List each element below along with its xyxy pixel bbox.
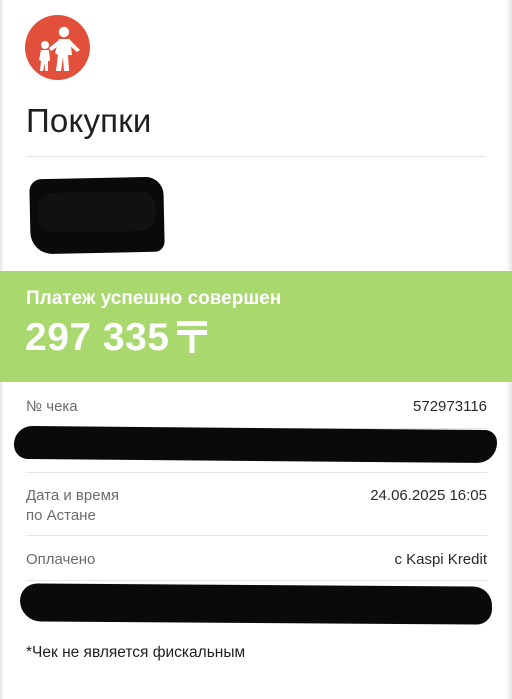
payment-amount: 297 335	[25, 316, 208, 363]
receipt-number-value: 572973116	[413, 398, 487, 415]
paid-with-value: с Kaspi Kredit	[394, 551, 487, 568]
paid-with-label: Оплачено	[26, 551, 96, 568]
datetime-label-line2: по Астане	[26, 507, 96, 524]
amount-value: 297 335	[25, 316, 170, 359]
datetime-label: Дата и время по Астане	[26, 486, 119, 526]
redacted-merchant-info	[29, 176, 165, 255]
redacted-row	[19, 583, 493, 625]
divider	[26, 580, 487, 581]
people-logo-icon	[25, 15, 90, 80]
divider	[26, 472, 487, 473]
tenge-icon	[177, 319, 208, 363]
fiscal-disclaimer: *Чек не является фискальным	[26, 644, 246, 661]
datetime-label-line1: Дата и время	[26, 487, 120, 504]
title-divider	[26, 156, 486, 157]
payment-status-text: Платеж успешно совершен	[26, 288, 282, 309]
page-title: Покупки	[26, 102, 152, 139]
redacted-row	[13, 425, 498, 464]
receipt-number-label: № чека	[26, 398, 78, 415]
divider	[26, 535, 487, 536]
datetime-value: 24.06.2025 16:05	[370, 487, 487, 504]
